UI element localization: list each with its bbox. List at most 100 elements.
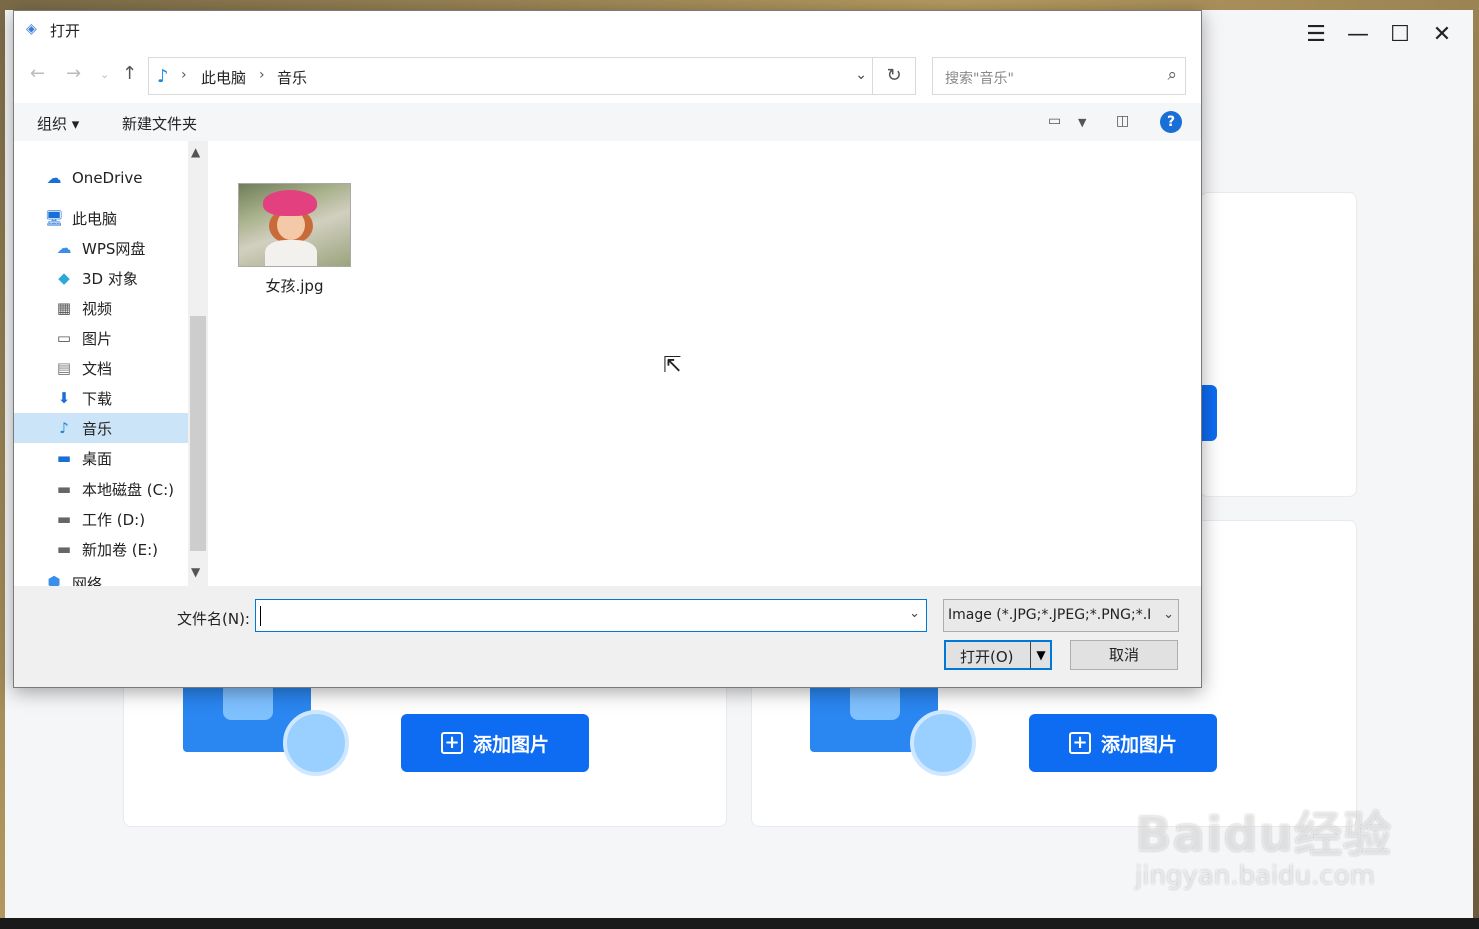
watermark-line2: jingyan.baidu.com [1135, 861, 1375, 891]
nav-item-pictures[interactable]: ▭ 图片 [54, 323, 188, 353]
chevron-down-icon[interactable]: ⌄ [855, 67, 867, 83]
nav-item-3d-objects[interactable]: ◆ 3D 对象 [54, 263, 188, 293]
filename-label: 文件名(N): [177, 610, 250, 628]
help-icon[interactable]: ? [1160, 111, 1182, 133]
open-dropdown-icon[interactable]: ▼ [1030, 642, 1051, 668]
file-type-select[interactable]: Image (*.JPG;*.JPEG;*.PNG;*.I ⌄ [943, 599, 1179, 632]
nav-item-label: 桌面 [82, 449, 113, 468]
photo-history-icon [810, 660, 976, 776]
chevron-right-icon[interactable]: › [181, 67, 187, 83]
file-type-value: Image (*.JPG;*.JPEG;*.PNG;*.I [948, 607, 1152, 623]
plus-icon: + [1068, 732, 1091, 754]
forward-arrow-icon[interactable]: → [66, 63, 81, 84]
network-icon: ⬢ [47, 573, 61, 587]
up-arrow-icon[interactable]: ↑ [122, 63, 137, 84]
app-icon: ◈ [26, 21, 37, 37]
nav-item-label: 文档 [82, 359, 113, 378]
new-folder-button[interactable]: 新建文件夹 [122, 113, 197, 134]
chevron-right-icon[interactable]: › [259, 67, 265, 83]
refresh-icon[interactable]: ↻ [872, 58, 915, 94]
plus-icon: + [440, 732, 463, 754]
baidu-jingyan-watermark: Baidu经验 jingyan.baidu.com [1135, 795, 1392, 891]
organize-button[interactable]: 组织 ▾ [37, 113, 79, 134]
watermark-line1: Baidu经验 [1135, 807, 1392, 863]
search-input[interactable]: 搜索"音乐" ⌕ [932, 57, 1186, 95]
nav-scrollbar[interactable]: ▲ ▼ [188, 141, 208, 586]
file-thumbnail[interactable] [238, 183, 351, 267]
file-list: 女孩.jpg ⇱ [208, 141, 1201, 586]
cancel-button[interactable]: 取消 [1070, 640, 1178, 670]
nav-item-label: 本地磁盘 (C:) [82, 480, 174, 499]
mouse-cursor-icon: ⇱ [663, 353, 682, 378]
nav-item-drive-d[interactable]: ▬ 工作 (D:) [54, 504, 188, 534]
search-placeholder: 搜索"音乐" [945, 71, 1014, 87]
film-icon: ▦ [56, 299, 72, 317]
nav-item-videos[interactable]: ▦ 视频 [54, 293, 188, 323]
maximize-icon[interactable]: ☐ [1389, 24, 1411, 46]
view-icon[interactable]: ▭ [1048, 113, 1061, 129]
nav-item-downloads[interactable]: ⬇ 下载 [54, 383, 188, 413]
filename-input[interactable]: ⌄ [255, 599, 927, 632]
music-icon: ♪ [59, 419, 69, 437]
cube-icon: ◆ [58, 269, 70, 287]
feature-card [1200, 192, 1357, 497]
cloud-icon: ☁ [56, 239, 72, 257]
breadcrumb-this-pc[interactable]: 此电脑 [201, 67, 246, 88]
picture-icon: ▭ [56, 329, 72, 347]
preview-pane-icon[interactable]: ◫ [1116, 113, 1129, 129]
computer-icon: 🖥 [44, 209, 64, 227]
navigation-pane: ☁ OneDrive 🖥 此电脑 ☁ WPS网盘 ◆ 3D 对象 ▦ 视频 ▭ … [14, 141, 208, 587]
search-icon: ⌕ [1167, 65, 1177, 85]
nav-item-label: WPS网盘 [82, 239, 146, 258]
back-arrow-icon[interactable]: ← [30, 63, 45, 84]
text-caret [260, 606, 261, 626]
nav-item-label: 图片 [82, 329, 113, 348]
music-icon: ♪ [157, 66, 169, 87]
open-button[interactable]: 打开(O) ▼ [944, 640, 1052, 670]
nav-item-desktop[interactable]: ▬ 桌面 [54, 443, 188, 473]
minimize-icon[interactable]: — [1347, 24, 1369, 46]
nav-item-label: 网络 [72, 575, 103, 587]
breadcrumb-music[interactable]: 音乐 [277, 67, 307, 88]
dialog-toolbar: 组织 ▾ 新建文件夹 ▭ ▼ ◫ ? [14, 103, 1201, 141]
menu-icon[interactable]: ☰ [1305, 24, 1327, 46]
nav-item-label: 工作 (D:) [82, 510, 146, 529]
chevron-down-icon[interactable]: ⌄ [1163, 607, 1174, 622]
drive-icon: ▬ [56, 510, 72, 528]
nav-item-network[interactable]: ⬢ 网络 [44, 573, 188, 587]
dialog-title: 打开 [50, 22, 81, 40]
photo-history-icon [183, 660, 349, 776]
nav-item-onedrive[interactable]: ☁ OneDrive [44, 163, 188, 193]
nav-item-wps-drive[interactable]: ☁ WPS网盘 [54, 233, 188, 263]
document-icon: ▤ [56, 359, 72, 377]
chevron-up-icon[interactable]: ▲ [191, 145, 200, 159]
chevron-down-icon[interactable]: ⌄ [909, 606, 920, 621]
window-controls: ☰ — ☐ ✕ [1305, 24, 1453, 46]
add-image-button[interactable]: + 添加图片 [401, 714, 589, 772]
download-icon: ⬇ [57, 389, 71, 407]
view-dropdown-icon[interactable]: ▼ [1078, 116, 1086, 129]
add-image-button[interactable]: + 添加图片 [1029, 714, 1217, 772]
chevron-down-icon[interactable]: ▼ [191, 565, 200, 579]
address-row: ← → ⌄ ↑ ♪ › 此电脑 › 音乐 ⌄ ↻ 搜索"音乐" ⌕ [14, 49, 1201, 103]
nav-item-drive-c[interactable]: ▬ 本地磁盘 (C:) [54, 474, 188, 504]
nav-item-documents[interactable]: ▤ 文档 [54, 353, 188, 383]
scrollbar-thumb[interactable] [190, 316, 206, 551]
nav-item-label: 下载 [82, 389, 113, 408]
address-bar[interactable]: ♪ › 此电脑 › 音乐 ⌄ ↻ [148, 57, 916, 95]
nav-item-drive-e[interactable]: ▬ 新加卷 (E:) [54, 534, 188, 564]
cloud-icon: ☁ [46, 169, 62, 187]
recent-dropdown-icon[interactable]: ⌄ [100, 68, 109, 81]
add-image-label: 添加图片 [472, 733, 549, 756]
nav-item-label: 3D 对象 [82, 269, 138, 288]
nav-item-label: 视频 [82, 299, 113, 318]
nav-item-this-pc[interactable]: 🖥 此电脑 [44, 203, 188, 233]
drive-icon: ▬ [56, 540, 72, 558]
file-name[interactable]: 女孩.jpg [238, 275, 351, 296]
subtitle-strip [0, 918, 1479, 929]
dialog-titlebar: ◈ 打开 [14, 11, 1201, 49]
nav-item-music[interactable]: ♪ 音乐 [14, 413, 188, 443]
close-icon[interactable]: ✕ [1431, 24, 1453, 46]
nav-item-label: OneDrive [72, 169, 143, 187]
desktop-icon: ▬ [56, 449, 72, 467]
